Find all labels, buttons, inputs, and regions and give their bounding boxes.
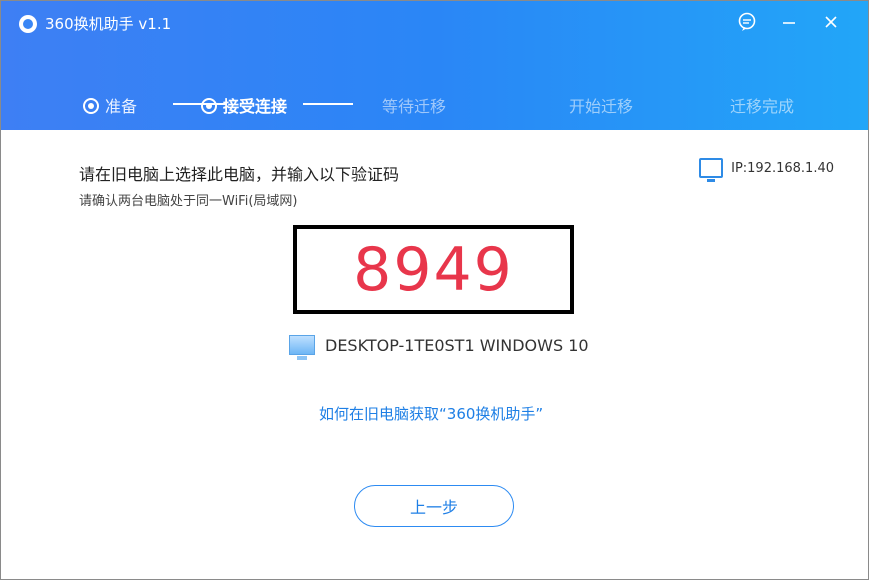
title-bar: 360换机助手 v1.1 <box>19 13 171 34</box>
step-dot-icon <box>201 98 217 114</box>
window-controls <box>736 11 842 33</box>
device-name: DESKTOP-1TE0ST1 WINDOWS 10 <box>325 335 589 355</box>
network-monitor-icon <box>699 158 724 182</box>
step-connector <box>303 103 353 105</box>
verification-code: 8949 <box>353 234 514 305</box>
app-title: 360换机助手 v1.1 <box>45 15 172 33</box>
ip-info: IP:192.168.1.40 <box>699 158 834 182</box>
step-complete: 迁移完成 <box>730 97 795 116</box>
step-progress: 准备 接受连接 等待迁移 开始迁移 迁移完成 <box>79 89 839 117</box>
help-link[interactable]: 如何在旧电脑获取“360换机助手” <box>319 403 543 424</box>
step-wait-migrate: 等待迁移 <box>382 97 447 116</box>
app-window: 360换机助手 v1.1 准备 接受连接 等待迁移 开始迁移 迁移完成 请在旧电… <box>0 0 869 580</box>
verification-code-box: 8949 <box>293 225 574 314</box>
minimize-icon[interactable] <box>778 11 800 33</box>
step-dot-icon <box>83 98 99 114</box>
step-label: 接受连接 <box>223 97 288 116</box>
main-content: 请在旧电脑上选择此电脑，并输入以下验证码 请确认两台电脑处于同一WiFi(局域网… <box>1 130 868 579</box>
feedback-icon[interactable] <box>736 11 758 33</box>
app-logo-icon <box>19 14 37 33</box>
step-accept-connection: 接受连接 <box>201 93 287 117</box>
step-label: 准备 <box>105 97 138 116</box>
device-info: DESKTOP-1TE0ST1 WINDOWS 10 <box>289 335 589 360</box>
step-start-migrate: 开始迁移 <box>569 97 634 116</box>
step-prepare: 准备 <box>83 93 137 117</box>
back-button[interactable]: 上一步 <box>354 485 514 527</box>
ip-address: IP:192.168.1.40 <box>731 160 834 176</box>
header: 360换机助手 v1.1 准备 接受连接 等待迁移 开始迁移 迁移完成 <box>1 1 868 130</box>
instruction-title: 请在旧电脑上选择此电脑，并输入以下验证码 <box>79 165 400 184</box>
instruction-subtitle: 请确认两台电脑处于同一WiFi(局域网) <box>79 194 298 209</box>
close-icon[interactable] <box>820 11 842 33</box>
monitor-icon <box>289 335 315 360</box>
